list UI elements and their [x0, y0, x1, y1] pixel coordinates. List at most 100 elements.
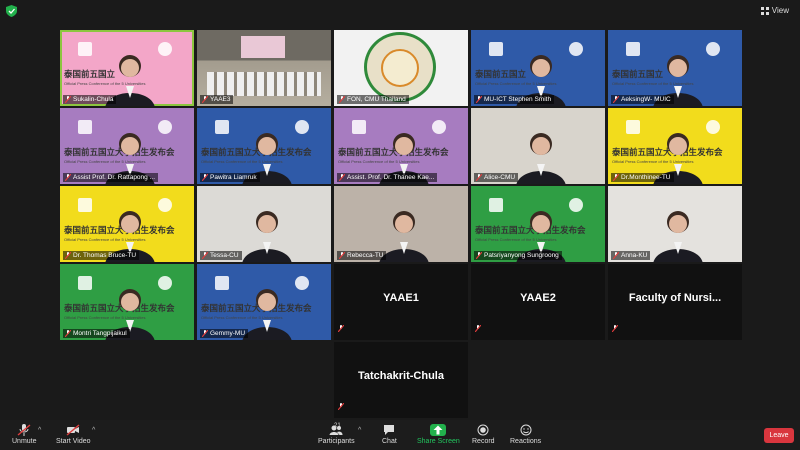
chat-label: Chat — [382, 438, 397, 445]
participant-name-label: AeksingW- MUIC — [611, 95, 674, 104]
participant-name-large: Tatchakrit-Chula — [358, 370, 444, 382]
video-tile[interactable]: 泰国前五国立大学招生发布会 Official Press Conference o… — [197, 264, 331, 340]
record-button[interactable]: Record — [472, 424, 495, 445]
video-tile[interactable]: 泰国前五国立大学招生发布会 Official Press Conference o… — [60, 264, 194, 340]
participant-name: Sukalin-Chula — [73, 96, 114, 103]
participant-name-label: Rebecca-TU — [337, 251, 387, 260]
mic-muted-icon — [17, 424, 31, 436]
video-tile[interactable]: 泰国前五国立大学招生发布会 Official Press Conference o… — [60, 108, 194, 184]
participant-video — [511, 126, 571, 184]
participant-name: Patsriyanyong Sungroong — [484, 252, 559, 259]
participant-name: Assist. Prof. Dr. Thanee Kae... — [347, 174, 435, 181]
chat-icon — [384, 425, 395, 435]
mic-muted-icon — [201, 251, 209, 260]
video-tile[interactable]: Alice-CMU — [471, 108, 605, 184]
participant-name-label: FON, CMU Thailand — [337, 95, 409, 104]
participants-count: 21 — [334, 423, 341, 429]
shield-icon[interactable] — [6, 5, 17, 17]
university-logo — [78, 276, 92, 290]
video-options-caret[interactable]: ^ — [92, 427, 95, 434]
audio-options-caret[interactable]: ^ — [38, 427, 41, 434]
university-logo — [215, 276, 229, 290]
video-off-icon — [66, 424, 80, 436]
participant-name-label: Gemmy-MU — [200, 329, 249, 338]
video-tile[interactable]: 泰国前五国立 Official Press Conference of the 5… — [471, 30, 605, 106]
participant-name: Dr. Thomas Bruce-TU — [73, 252, 137, 259]
mic-muted-icon — [337, 397, 345, 415]
participant-name: YAAE3 — [210, 96, 231, 103]
video-tile[interactable]: YAAE2 — [471, 264, 605, 340]
smiley-icon — [520, 424, 532, 436]
participant-name: Dr.Monthinee-TU — [621, 174, 671, 181]
participant-name-label: Patsriyanyong Sungroong — [474, 251, 562, 260]
university-logo — [215, 120, 229, 134]
video-tile[interactable]: Faculty of Nursi... — [608, 264, 742, 340]
mic-muted-icon — [611, 319, 619, 337]
participant-name-label: Dr.Monthinee-TU — [611, 173, 674, 182]
grid-view-icon — [760, 6, 769, 15]
video-tile[interactable]: 泰国前五国立 Official Press Conference of the 5… — [60, 30, 194, 106]
video-tile[interactable]: Tatchakrit-Chula — [334, 342, 468, 418]
faculty-emblem — [364, 32, 436, 102]
university-logo — [626, 42, 640, 56]
record-icon — [477, 424, 489, 436]
participants-options-caret[interactable]: ^ — [358, 427, 361, 434]
university-seal — [158, 198, 172, 212]
video-gallery: 泰国前五国立 Official Press Conference of the 5… — [60, 30, 742, 420]
share-screen-icon — [430, 424, 447, 436]
leave-button[interactable]: Leave — [764, 428, 794, 443]
participants-button[interactable]: 21 Participants — [318, 423, 355, 445]
video-tile[interactable]: Rebecca-TU — [334, 186, 468, 262]
participant-name: MU-ICT Stephen Smith — [484, 96, 552, 103]
university-seal — [158, 276, 172, 290]
mic-muted-icon — [338, 251, 346, 260]
view-label: View — [771, 6, 789, 15]
video-tile[interactable]: Tessa-CU — [197, 186, 331, 262]
university-seal — [158, 120, 172, 134]
university-seal — [706, 42, 720, 56]
record-label: Record — [472, 438, 495, 445]
video-tile[interactable]: 泰国前五国立大学招生发布会 Official Press Conference o… — [60, 186, 194, 262]
university-logo — [352, 120, 366, 134]
video-tile[interactable]: YAAE1 — [334, 264, 468, 340]
share-screen-button[interactable]: Share Screen — [417, 424, 460, 445]
participant-name: Alice-CMU — [484, 174, 516, 181]
university-seal — [295, 120, 309, 134]
start-video-button[interactable]: Start Video — [56, 424, 91, 445]
participant-name-label: Sukalin-Chula — [63, 95, 117, 104]
mic-muted-icon — [338, 173, 346, 182]
mic-muted-icon — [612, 95, 620, 104]
view-button[interactable]: View — [756, 3, 794, 18]
reactions-label: Reactions — [510, 438, 542, 445]
participant-name: Rebecca-TU — [347, 252, 384, 259]
video-tile[interactable]: 泰国前五国立大学招生发布会 Official Press Conference o… — [471, 186, 605, 262]
university-logo — [626, 120, 640, 134]
unmute-label: Unmute — [12, 438, 37, 445]
participant-name: Assist Prof. Dr. Rattapong ... — [73, 174, 156, 181]
video-tile[interactable]: FON, CMU Thailand — [334, 30, 468, 106]
participant-name-large: YAAE2 — [520, 292, 556, 304]
participant-name-label: Assist. Prof. Dr. Thanee Kae... — [337, 173, 438, 182]
chat-button[interactable]: Chat — [382, 424, 397, 445]
video-tile[interactable]: Anna-KU — [608, 186, 742, 262]
video-tile[interactable]: 泰国前五国立 Official Press Conference of the 5… — [608, 30, 742, 106]
video-tile[interactable]: YAAE3 — [197, 30, 331, 106]
video-tile[interactable]: 泰国前五国立大学招生发布会 Official Press Conference o… — [608, 108, 742, 184]
unmute-button[interactable]: Unmute — [12, 424, 37, 445]
video-tile[interactable]: 泰国前五国立大学招生发布会 Official Press Conference o… — [197, 108, 331, 184]
participant-name-large: Faculty of Nursi... — [628, 292, 722, 304]
participant-name-label: Assist Prof. Dr. Rattapong ... — [63, 173, 159, 182]
reactions-button[interactable]: Reactions — [510, 424, 541, 445]
mic-muted-icon — [201, 95, 209, 104]
share-screen-label: Share Screen — [417, 438, 460, 445]
mic-muted-icon — [64, 95, 72, 104]
university-logo — [489, 42, 503, 56]
participant-video — [237, 204, 297, 262]
mic-muted-icon — [475, 95, 483, 104]
video-tile[interactable]: 泰国前五国立大学招生发布会 Official Press Conference o… — [334, 108, 468, 184]
participants-label: Participants — [318, 438, 355, 445]
university-logo — [78, 198, 92, 212]
mic-muted-icon — [201, 329, 209, 338]
mic-muted-icon — [612, 251, 620, 260]
participant-name-label: Dr. Thomas Bruce-TU — [63, 251, 140, 260]
